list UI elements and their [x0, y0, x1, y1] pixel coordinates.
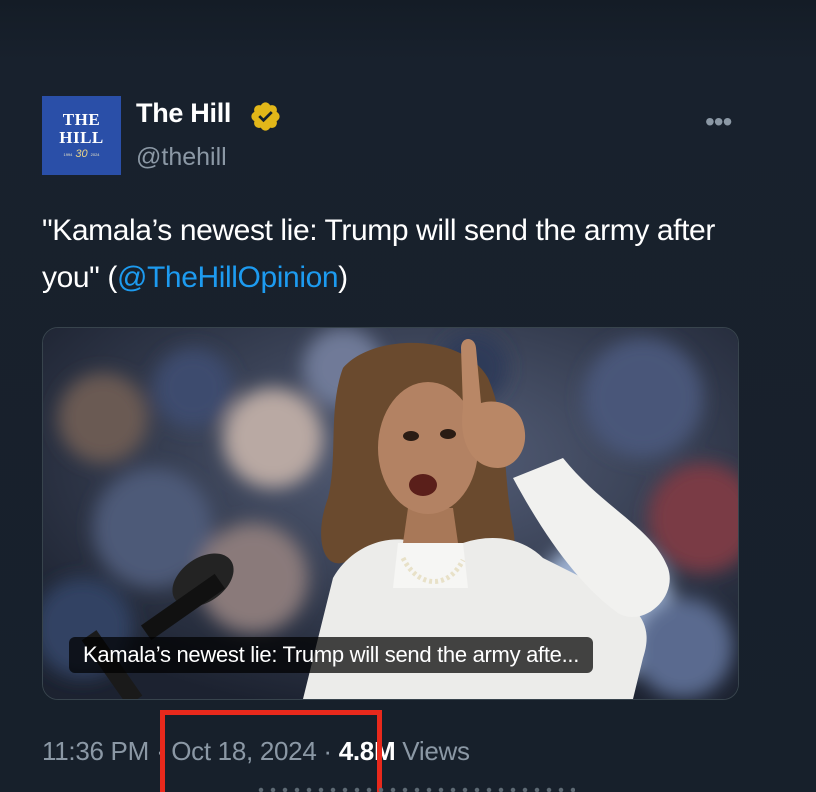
avatar-anniversary: 1994 30 2024: [63, 149, 99, 160]
tweet-time[interactable]: 11:36 PM: [42, 736, 149, 766]
tweet-text-end: ): [338, 261, 348, 294]
media-card[interactable]: Kamala’s newest lie: Trump will send the…: [42, 327, 739, 700]
red-highlight-box: [160, 710, 382, 792]
avatar-logo-line2: HILL: [59, 128, 104, 147]
loading-dots: [255, 786, 575, 792]
media-caption: Kamala’s newest lie: Trump will send the…: [69, 637, 594, 673]
tweet-screen: THE HILL 1994 30 2024 The Hill @thehill …: [0, 0, 816, 792]
account-name[interactable]: The Hill: [136, 98, 231, 129]
mention-link[interactable]: @TheHillOpinion: [117, 261, 339, 294]
tweet-text: "Kamala’s newest lie: Trump will send th…: [42, 207, 742, 301]
account-handle[interactable]: @thehill: [136, 143, 227, 172]
avatar-anniversary-number: 30: [75, 148, 88, 160]
avatar-logo-line1: THE: [62, 110, 101, 129]
views-label: Views: [402, 736, 470, 766]
verified-badge-icon: [251, 102, 280, 131]
avatar-year-end: 2024: [90, 151, 100, 157]
avatar[interactable]: THE HILL 1994 30 2024: [42, 96, 121, 175]
more-options-icon[interactable]: •••: [705, 108, 732, 136]
avatar-year-start: 1994: [63, 151, 73, 157]
